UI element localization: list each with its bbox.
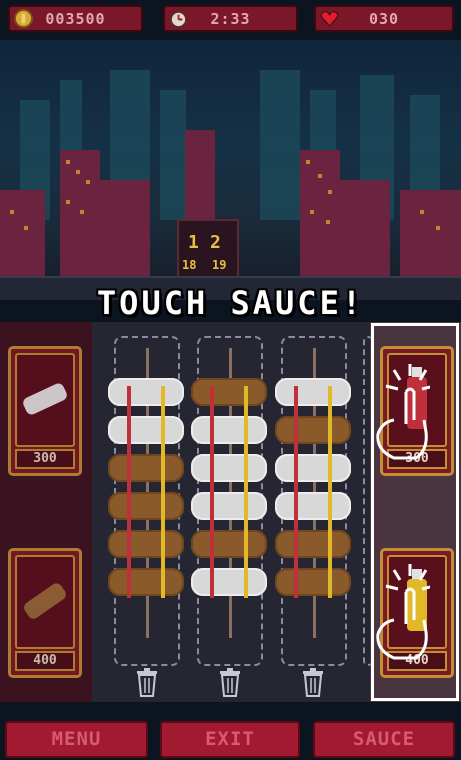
ingredient-card-sausage[interactable]: 400 <box>8 548 82 678</box>
trash-can-icon[interactable] <box>135 667 159 697</box>
food-piece-sausage <box>275 568 351 596</box>
tofu-icon <box>23 383 67 415</box>
city-sign-bottom-left: 18 <box>182 258 196 272</box>
menu-button[interactable]: MENU <box>5 721 148 758</box>
sausage-art <box>15 555 75 649</box>
trash-can-icon[interactable] <box>218 667 242 697</box>
food-piece-tofu <box>275 454 351 482</box>
lives-counter: 030 <box>314 5 454 32</box>
tofu-art <box>15 353 75 447</box>
city-skyline: 1 2 18 19 <box>0 70 461 300</box>
city-sign-bottom-right: 19 <box>212 258 226 272</box>
sausage-icon <box>24 583 66 619</box>
ingredient-price: 400 <box>15 651 75 671</box>
instruction-banner: TOUCH SAUCE! <box>96 284 365 322</box>
food-piece-sausage <box>108 454 184 482</box>
coin-value: 003500 <box>45 9 106 28</box>
city-sign-top-left: 1 <box>188 232 199 253</box>
ingredient-card-tofu[interactable]: 300 <box>8 346 82 476</box>
food-piece-sausage <box>275 416 351 444</box>
food-piece-sausage <box>191 530 267 558</box>
food-piece-tofu <box>191 492 267 520</box>
food-piece-tofu <box>275 378 351 406</box>
city-backdrop: 1 2 18 19 <box>0 40 461 300</box>
ingredient-price: 300 <box>15 449 75 469</box>
lives-value: 030 <box>368 9 400 28</box>
food-piece-tofu <box>191 416 267 444</box>
exit-button[interactable]: EXIT <box>160 721 300 758</box>
mustard-line <box>161 386 165 598</box>
food-piece-sausage <box>108 530 184 558</box>
food-piece-tofu <box>191 454 267 482</box>
food-piece-sausage <box>108 492 184 520</box>
food-piece-sausage <box>191 378 267 406</box>
food-piece-tofu <box>191 568 267 596</box>
city-sign-top-right: 2 <box>210 232 221 253</box>
mustard-line <box>244 386 248 598</box>
timer-value: 2:33 <box>210 9 251 28</box>
ketchup-line <box>210 386 214 598</box>
food-piece-tofu <box>275 492 351 520</box>
sauce-highlight-frame <box>371 323 459 701</box>
sauce-button[interactable]: SAUCE <box>313 721 455 758</box>
food-piece-sausage <box>275 530 351 558</box>
food-piece-tofu <box>108 378 184 406</box>
ketchup-line <box>127 386 131 598</box>
ketchup-line <box>294 386 298 598</box>
trash-can-icon[interactable] <box>301 667 325 697</box>
coin-counter: 003500 <box>8 5 143 32</box>
food-piece-sausage <box>108 568 184 596</box>
mustard-line <box>328 386 332 598</box>
food-piece-tofu <box>108 416 184 444</box>
timer: 2:33 <box>163 5 298 32</box>
